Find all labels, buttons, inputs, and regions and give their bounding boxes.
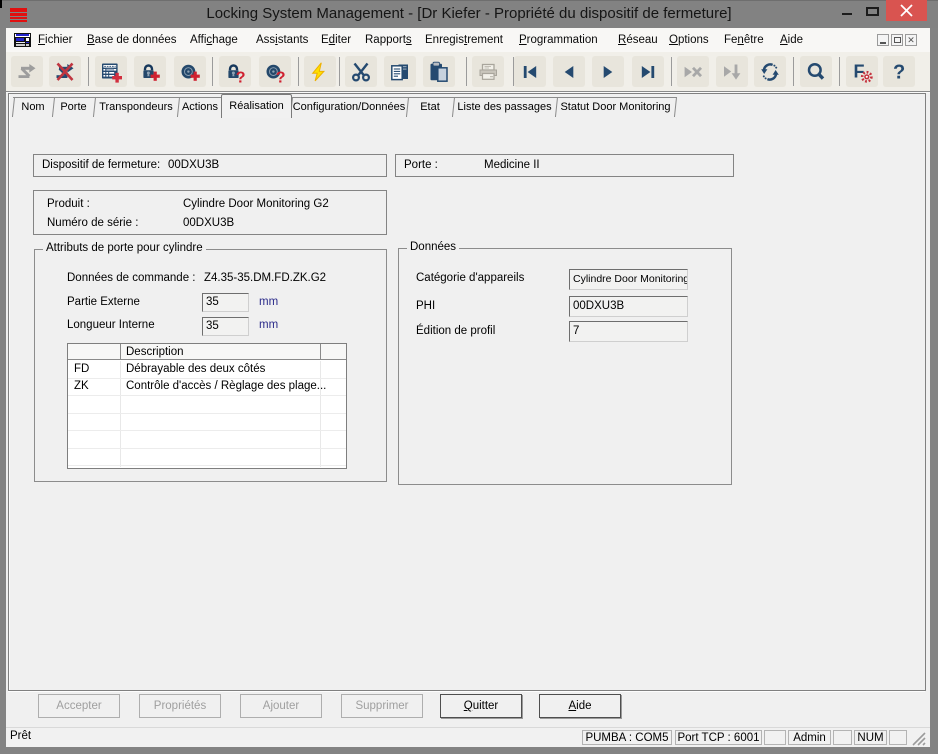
svg-text:?: ? <box>236 70 246 84</box>
svg-text:?: ? <box>276 70 286 84</box>
svg-text:?: ? <box>893 62 905 84</box>
